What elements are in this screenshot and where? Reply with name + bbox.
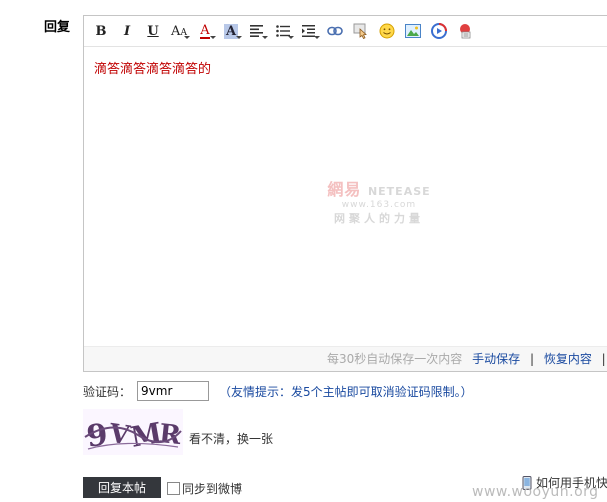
sync-weibo-label: 同步到微博	[182, 482, 243, 496]
captcha-input[interactable]	[137, 381, 210, 401]
manual-save-link[interactable]: 手动保存	[472, 352, 520, 366]
list-button[interactable]	[272, 20, 294, 42]
site-watermark: www.wooyun.org	[472, 484, 599, 500]
indent-icon	[302, 25, 315, 37]
font-color-button[interactable]: A	[194, 20, 216, 42]
background-color-button[interactable]: A	[220, 20, 242, 42]
italic-icon: I	[123, 23, 131, 39]
captcha-graphic: 9 V M R	[83, 409, 183, 455]
image-icon	[405, 24, 421, 38]
editor-statusbar: 每30秒自动保存一次内容 手动保存 | 恢复内容 | 清	[84, 346, 607, 371]
captcha-hint: （友情提示：发5个主帖即可取消验证码限制。）	[219, 384, 473, 399]
refresh-captcha-link[interactable]: 看不清，换一张	[189, 430, 273, 447]
netease-watermark: 網易 NETEASE www.163.com 网聚人的力量	[327, 180, 431, 225]
captcha-image[interactable]: 9 V M R	[83, 409, 183, 455]
restore-content-link[interactable]: 恢复内容	[544, 352, 592, 366]
more-button[interactable]	[454, 20, 476, 42]
editor-content[interactable]: 滴答滴答滴答滴答的	[94, 58, 211, 77]
link-icon	[327, 26, 343, 36]
autosave-text: 每30秒自动保存一次内容	[327, 352, 463, 366]
align-left-icon	[250, 25, 263, 37]
separator: |	[601, 352, 606, 366]
indent-button[interactable]	[298, 20, 320, 42]
separator: |	[529, 352, 534, 366]
smiley-icon	[379, 23, 395, 39]
bold-button[interactable]: B	[90, 20, 112, 42]
submit-reply-button[interactable]: 回复本帖	[83, 477, 161, 498]
plugin-icon	[460, 24, 471, 39]
captcha-row: 验证码： （友情提示：发5个主帖即可取消验证码限制。）	[83, 381, 473, 401]
underline-icon: U	[147, 23, 159, 39]
editor-toolbar: B I U AA A A	[84, 16, 607, 47]
captcha-label: 验证码：	[83, 384, 132, 399]
align-button[interactable]	[246, 20, 268, 42]
emoji-button[interactable]	[376, 20, 398, 42]
underline-button[interactable]: U	[142, 20, 164, 42]
font-color-icon: A	[200, 22, 210, 39]
font-size-icon: AA	[171, 23, 187, 39]
sync-weibo-checkbox[interactable]	[167, 482, 180, 495]
font-size-button[interactable]: AA	[168, 20, 190, 42]
insert-video-button[interactable]	[428, 20, 450, 42]
insert-media-button[interactable]	[350, 20, 372, 42]
video-icon	[431, 23, 447, 39]
reply-label: 回复	[44, 20, 71, 35]
background-color-icon: A	[223, 23, 239, 39]
bulleted-list-icon	[276, 25, 290, 37]
hand-pointer-icon	[353, 23, 367, 39]
sync-weibo-option[interactable]: 同步到微博	[167, 480, 242, 497]
insert-image-button[interactable]	[402, 20, 424, 42]
italic-button[interactable]: I	[116, 20, 138, 42]
rich-text-editor[interactable]: B I U AA A A 滴答滴答滴答滴答的 網易 NETEASE www.16…	[83, 15, 607, 372]
link-button[interactable]	[324, 20, 346, 42]
bold-icon: B	[95, 23, 107, 39]
